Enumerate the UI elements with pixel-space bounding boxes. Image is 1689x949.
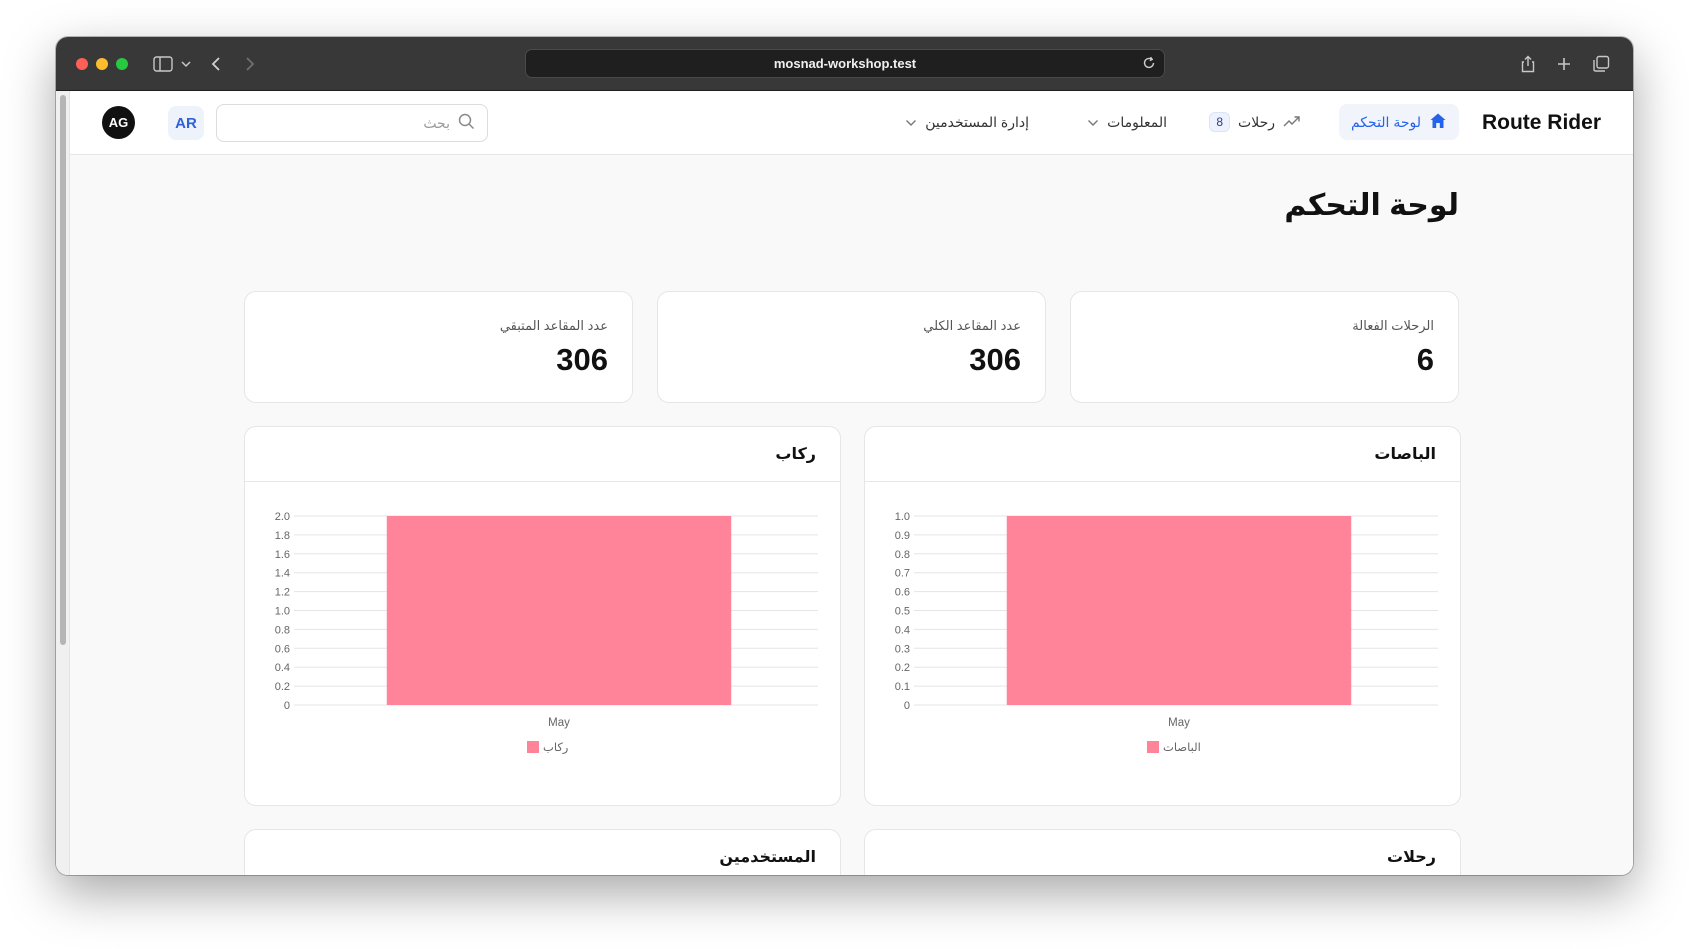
stat-card-remaining-seats: عدد المقاعد المتبقي 306 — [244, 291, 633, 403]
nav-item-information[interactable]: المعلومات — [1075, 104, 1179, 140]
search-placeholder: بحث — [423, 114, 450, 131]
panel-title: الباصات — [1374, 446, 1436, 463]
chart-plot-area: 0 0.1 0.2 0.3 0.4 0.5 0.6 0.7 0.8 0.9 1.0 May الباصا… — [895, 511, 1438, 754]
passengers-bar-chart: 0 0.2 0.4 0.6 0.8 1.0 1.2 1.4 1.6 1.8 2.0 May ركاب — [275, 511, 818, 755]
chevron-down-icon[interactable] — [180, 51, 192, 77]
page-title: لوحة التحكم — [1284, 189, 1459, 222]
x-tick-label: May — [1168, 717, 1190, 729]
nav-item-label: إدارة المستخدمين — [925, 113, 1029, 130]
y-tick-label: 0.2 — [895, 662, 910, 674]
top-navigation: Route Rider لوحة التحكم رحلات 8 المعلوما… — [70, 91, 1633, 155]
y-tick-label: 0.2 — [275, 681, 290, 693]
stat-card-total-seats: عدد المقاعد الكلي 306 — [657, 291, 1046, 403]
y-tick-label: 0.4 — [895, 624, 910, 636]
back-icon[interactable] — [206, 51, 226, 77]
y-tick-label: 0.8 — [275, 624, 290, 636]
search-input[interactable]: بحث — [216, 104, 488, 142]
browser-titlebar: mosnad-workshop.test — [56, 37, 1633, 91]
share-icon[interactable] — [1518, 51, 1538, 77]
x-tick-label: May — [548, 717, 570, 729]
panel-header: الباصات — [865, 427, 1460, 482]
legend-swatch — [527, 741, 539, 753]
y-tick-label: 1.6 — [275, 549, 290, 561]
panel-title: رحلات — [1387, 849, 1436, 866]
y-tick-label: 0 — [904, 700, 910, 712]
trending-up-icon — [1283, 114, 1301, 131]
stat-card-active-trips: الرحلات الفعالة 6 — [1070, 291, 1459, 403]
stat-value: 306 — [969, 342, 1021, 377]
search-icon — [458, 113, 475, 133]
url-text: mosnad-workshop.test — [773, 56, 917, 71]
stat-value: 6 — [1416, 342, 1434, 377]
nav-item-label: المعلومات — [1107, 113, 1167, 130]
panel-title: المستخدمين — [719, 849, 816, 866]
web-page: Route Rider لوحة التحكم رحلات 8 المعلوما… — [56, 91, 1633, 875]
stat-label: عدد المقاعد المتبقي — [499, 318, 608, 333]
stat-value: 306 — [556, 342, 608, 377]
chart-plot-area: 0 0.2 0.4 0.6 0.8 1.0 1.2 1.4 1.6 1.8 2.0 May ركاب — [275, 511, 818, 755]
y-tick-label: 0.3 — [895, 643, 910, 655]
nav-item-label: رحلات — [1238, 113, 1275, 130]
passengers-chart-panel: ركاب 0 0.2 0.4 0.6 0.8 1.0 1.2 1.4 1.6 1.8 2.0 May ر… — [244, 426, 841, 806]
panel-header: ركاب — [245, 427, 840, 482]
y-tick-label: 0 — [284, 700, 290, 712]
legend-label: الباصات — [1163, 740, 1201, 754]
chart-bar — [1006, 516, 1352, 705]
stat-label: عدد المقاعد الكلي — [923, 318, 1021, 333]
user-avatar[interactable]: AG — [102, 106, 135, 139]
panel-header: المستخدمين — [245, 830, 840, 875]
minimize-window-button[interactable] — [96, 58, 108, 70]
trips-count-badge: 8 — [1209, 112, 1231, 132]
y-tick-label: 0.1 — [895, 681, 910, 693]
language-switcher[interactable]: AR — [168, 106, 204, 140]
chevron-down-icon — [905, 114, 917, 130]
y-tick-label: 0.6 — [895, 587, 910, 599]
y-tick-label: 1.0 — [895, 511, 910, 523]
y-tick-label: 1.0 — [275, 606, 290, 618]
y-tick-label: 0.9 — [895, 530, 910, 542]
legend-label: ركاب — [543, 740, 568, 755]
reload-icon[interactable] — [1142, 56, 1156, 73]
tab-overview-icon[interactable] — [1590, 51, 1612, 77]
y-tick-label: 1.2 — [275, 587, 290, 599]
forward-icon[interactable] — [240, 51, 260, 77]
y-tick-label: 0.7 — [895, 568, 910, 580]
nav-item-trips[interactable]: رحلات 8 — [1197, 104, 1313, 140]
chart-bar — [386, 516, 732, 705]
chevron-down-icon — [1087, 114, 1099, 130]
y-tick-label: 0.8 — [895, 549, 910, 561]
panel-header: رحلات — [865, 830, 1460, 875]
close-window-button[interactable] — [76, 58, 88, 70]
home-icon — [1429, 112, 1447, 133]
scrollbar-thumb[interactable] — [60, 95, 66, 645]
buses-chart-panel: الباصات 0 0.1 0.2 0.3 0.4 0.5 0.6 0.7 0.8 0.9 1.0 M… — [864, 426, 1461, 806]
browser-window: mosnad-workshop.test Route Rider لوحة ال… — [56, 37, 1633, 875]
stat-label: الرحلات الفعالة — [1352, 318, 1434, 333]
nav-item-user-management[interactable]: إدارة المستخدمين — [893, 104, 1041, 140]
y-tick-label: 0.4 — [275, 662, 290, 674]
address-bar[interactable]: mosnad-workshop.test — [525, 49, 1165, 78]
legend-swatch — [1147, 741, 1159, 753]
y-tick-label: 0.6 — [275, 643, 290, 655]
zoom-window-button[interactable] — [116, 58, 128, 70]
y-tick-label: 2.0 — [275, 511, 290, 523]
y-tick-label: 1.8 — [275, 530, 290, 542]
y-tick-label: 1.4 — [275, 568, 290, 580]
nav-item-label: لوحة التحكم — [1350, 113, 1421, 130]
vertical-scrollbar[interactable] — [56, 91, 70, 875]
buses-bar-chart: 0 0.1 0.2 0.3 0.4 0.5 0.6 0.7 0.8 0.9 1.0 May الباصا… — [895, 511, 1438, 754]
y-tick-label: 0.5 — [895, 606, 910, 618]
panel-title: ركاب — [775, 446, 816, 463]
new-tab-icon[interactable] — [1554, 51, 1574, 77]
sidebar-toggle-icon[interactable] — [152, 51, 174, 77]
brand-name[interactable]: Route Rider — [1482, 111, 1601, 135]
nav-item-dashboard[interactable]: لوحة التحكم — [1338, 104, 1459, 140]
trips-panel: رحلات — [864, 829, 1461, 875]
users-panel: المستخدمين — [244, 829, 841, 875]
